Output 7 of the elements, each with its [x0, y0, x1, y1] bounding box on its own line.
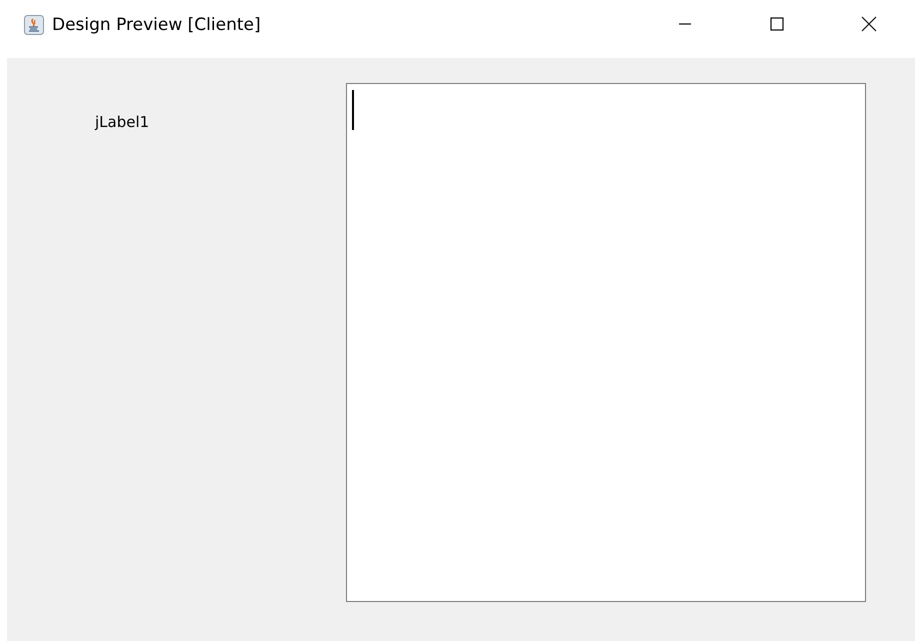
- cup-icon: [24, 15, 44, 35]
- maximize-icon: [770, 17, 784, 31]
- close-icon: [861, 16, 877, 32]
- window-title: Design Preview [Cliente]: [52, 15, 261, 35]
- minimize-icon: [679, 23, 691, 25]
- text-area[interactable]: [346, 83, 866, 602]
- label-text: jLabel1: [95, 113, 150, 131]
